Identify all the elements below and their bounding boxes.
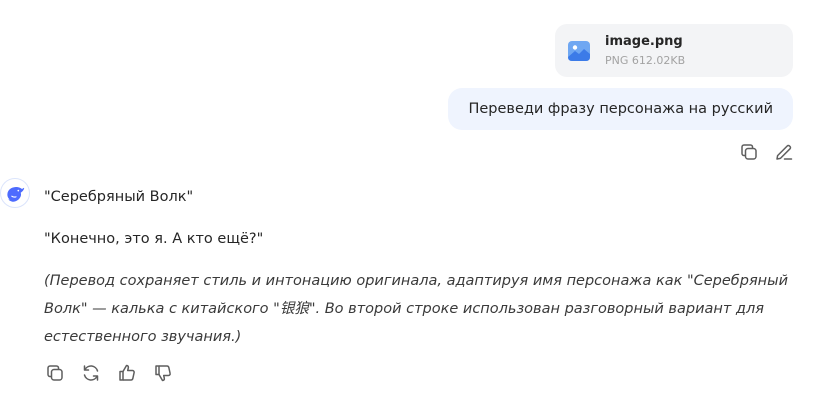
attachment-meta: image.png PNG 612.02KB: [605, 33, 685, 68]
edit-user-message-button[interactable]: [773, 141, 794, 162]
attachment-card[interactable]: image.png PNG 612.02KB: [555, 24, 793, 77]
regenerate-answer-button[interactable]: [80, 362, 101, 383]
copy-user-message-button[interactable]: [738, 141, 759, 162]
attachment-file-name: image.png: [605, 34, 683, 49]
copy-answer-button[interactable]: [44, 362, 65, 383]
thumbs-down-icon: [154, 364, 171, 381]
copy-icon: [740, 143, 757, 160]
dislike-answer-button[interactable]: [152, 362, 173, 383]
whale-logo-icon: [7, 187, 25, 202]
user-message-bubble: Переведи фразу персонажа на русский: [448, 88, 793, 130]
thumbs-up-icon: [118, 364, 135, 381]
copy-icon: [46, 364, 63, 381]
like-answer-button[interactable]: [116, 362, 137, 383]
edit-icon: [775, 144, 792, 160]
answer-line-quote: "Конечно, это я. А кто ещё?": [44, 231, 264, 247]
assistant-message-actions: [44, 362, 173, 383]
answer-translation-note: (Перевод сохраняет стиль и интонацию ори…: [44, 273, 789, 345]
attachment-file-info: PNG 612.02KB: [605, 54, 686, 67]
assistant-answer: "Серебряный Волк" "Конечно, это я. А кто…: [44, 183, 804, 365]
chat-page: image.png PNG 612.02KB Переведи фразу пе…: [0, 0, 840, 416]
user-message-text: Переведи фразу персонажа на русский: [468, 101, 773, 117]
answer-line-name: "Серебряный Волк": [44, 189, 194, 205]
image-file-icon: [568, 40, 590, 61]
regenerate-icon: [83, 364, 98, 381]
user-message-actions: [738, 141, 794, 162]
assistant-avatar: [0, 178, 30, 208]
